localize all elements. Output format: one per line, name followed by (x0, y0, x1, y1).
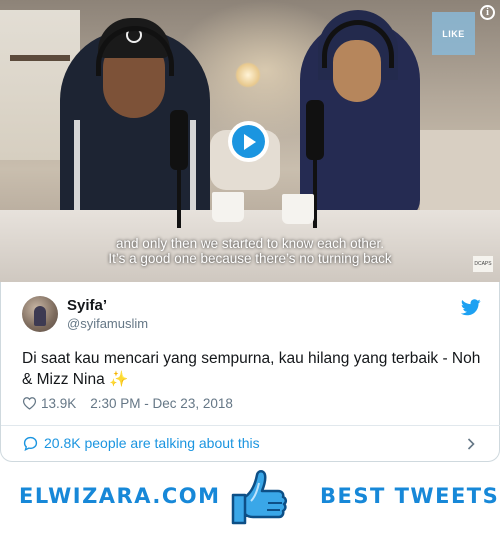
footer-banner: ELWIZARA.COM BEST TWEETS (0, 463, 500, 533)
avatar[interactable] (22, 296, 58, 332)
heart-icon[interactable] (22, 396, 37, 410)
play-button[interactable] (228, 121, 269, 162)
talking-count[interactable]: 20.8K people are talking about this (44, 435, 260, 451)
user-handle[interactable]: @syifamuslim (67, 316, 148, 331)
lamp (235, 62, 261, 88)
subtitle-line-1: and only then we started to know each ot… (116, 236, 384, 251)
corner-watermark: DCAPS (473, 256, 493, 272)
mug (282, 194, 314, 224)
speech-bubble-icon (23, 436, 38, 451)
jacket-stripe (190, 120, 196, 210)
tweet-text: Di saat kau mencari yang sempurna, kau h… (22, 350, 481, 388)
microphone (170, 110, 188, 170)
mug (212, 192, 244, 222)
jacket-stripe (74, 120, 80, 210)
video-subtitles: and only then we started to know each ot… (0, 236, 500, 266)
conversation-link[interactable]: 20.8K people are talking about this (1, 426, 500, 460)
microphone-stand (177, 168, 181, 228)
background-shelf (10, 55, 70, 61)
tweet-meta: 13.9K 2:30 PM - Dec 23, 2018 (22, 394, 233, 412)
twitter-bird-icon[interactable] (461, 299, 481, 316)
play-triangle (244, 133, 256, 150)
thumbs-up-icon (231, 470, 288, 525)
display-name[interactable]: Syifa’ (67, 297, 107, 314)
like-count[interactable]: 13.9K (41, 396, 76, 411)
tweet-card[interactable]: Syifa’ @syifamuslim Di saat kau mencari … (0, 282, 500, 462)
site-brand[interactable]: ELWIZARA.COM (19, 484, 221, 508)
chevron-right-icon[interactable] (467, 438, 475, 450)
avatar-figure (34, 306, 46, 326)
info-icon[interactable]: i (480, 5, 495, 20)
tweet-timestamp[interactable]: 2:30 PM - Dec 23, 2018 (90, 396, 233, 411)
video-thumbnail[interactable]: LIKE i and only then we started to know … (0, 0, 500, 282)
like-badge[interactable]: LIKE (432, 12, 475, 55)
play-icon (232, 125, 265, 158)
microphone (306, 100, 324, 160)
best-tweets-label: BEST TWEETS (320, 484, 500, 508)
subtitle-line-2: It’s a good one because there’s no turni… (108, 251, 392, 266)
